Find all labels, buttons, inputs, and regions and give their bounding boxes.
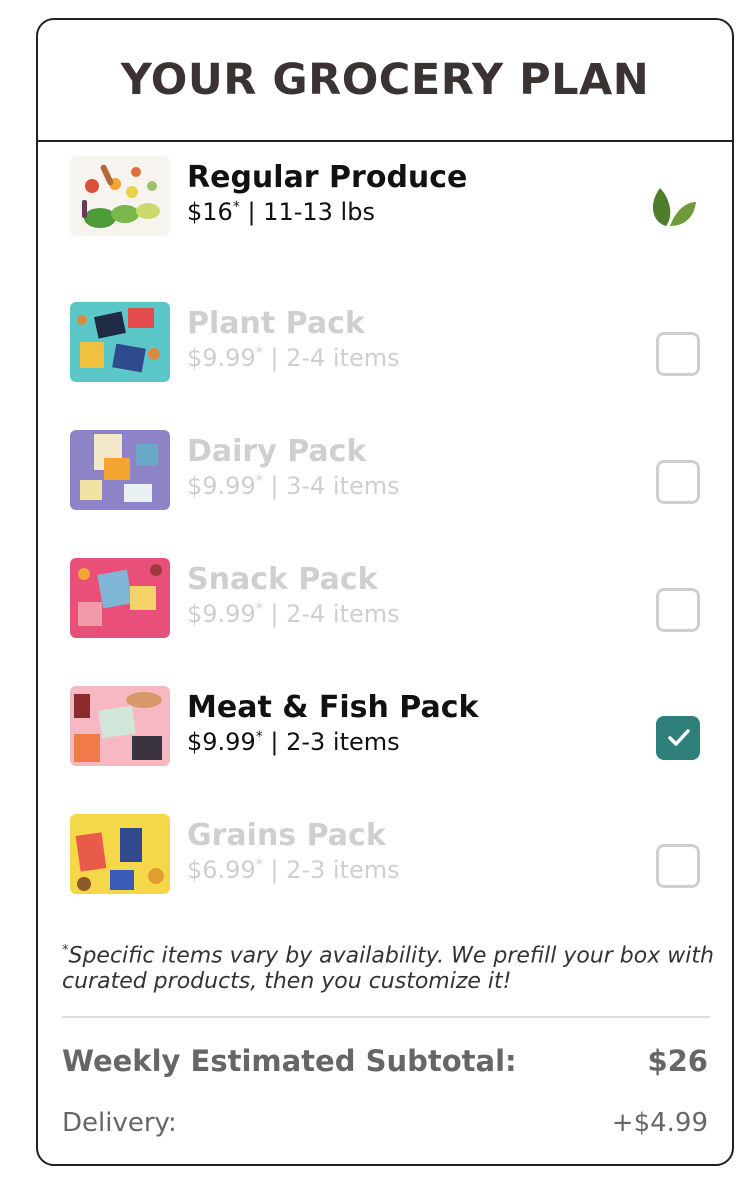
delivery-label: Delivery: — [62, 1108, 177, 1138]
plant-pack-checkbox[interactable] — [656, 332, 700, 376]
grains-pack-checkbox[interactable] — [656, 844, 700, 888]
page-title: YOUR GROCERY PLAN — [120, 55, 650, 105]
snack-pack-thumbnail — [70, 558, 170, 638]
list-item-snack-pack: Snack Pack $9.99* | 2-4 items — [38, 558, 732, 638]
list-item-plant-pack: Plant Pack $9.99* | 2-4 items — [38, 302, 732, 382]
regular-produce-thumbnail — [70, 156, 170, 236]
item-price: $9.99* | 3-4 items — [187, 472, 400, 500]
item-name: Dairy Pack — [187, 434, 367, 469]
list-item-meat-fish-pack: Meat & Fish Pack $9.99* | 2-3 items — [38, 686, 732, 766]
item-price: $16* | 11-13 lbs — [187, 198, 375, 226]
item-name: Meat & Fish Pack — [187, 690, 479, 725]
item-price: $9.99* | 2-3 items — [187, 728, 400, 756]
leaf-icon — [646, 182, 698, 235]
dairy-pack-checkbox[interactable] — [656, 460, 700, 504]
item-price: $9.99* | 2-4 items — [187, 600, 400, 628]
meat-fish-pack-checkbox[interactable] — [656, 716, 700, 760]
grains-pack-thumbnail — [70, 814, 170, 894]
item-price: $9.99* | 2-4 items — [187, 344, 400, 372]
item-name: Snack Pack — [187, 562, 378, 597]
subtotal-label: Weekly Estimated Subtotal: — [62, 1044, 517, 1078]
availability-footnote: *Specific items vary by availability. We… — [62, 943, 714, 995]
item-name: Plant Pack — [187, 306, 365, 341]
divider — [62, 1016, 710, 1018]
dairy-pack-thumbnail — [70, 430, 170, 510]
item-name: Grains Pack — [187, 818, 386, 853]
grocery-plan-card: YOUR GROCERY PLAN Regular Produce $16* |… — [36, 18, 734, 1166]
item-name: Regular Produce — [187, 160, 468, 195]
list-item-dairy-pack: Dairy Pack $9.99* | 3-4 items — [38, 430, 732, 510]
list-item-regular-produce: Regular Produce $16* | 11-13 lbs — [38, 156, 732, 236]
list-item-grains-pack: Grains Pack $6.99* | 2-3 items — [38, 814, 732, 894]
card-header: YOUR GROCERY PLAN — [38, 20, 732, 142]
plant-pack-thumbnail — [70, 302, 170, 382]
delivery-value: +$4.99 — [611, 1108, 708, 1138]
item-price: $6.99* | 2-3 items — [187, 856, 400, 884]
subtotal-value: $26 — [647, 1044, 708, 1078]
meat-fish-pack-thumbnail — [70, 686, 170, 766]
snack-pack-checkbox[interactable] — [656, 588, 700, 632]
